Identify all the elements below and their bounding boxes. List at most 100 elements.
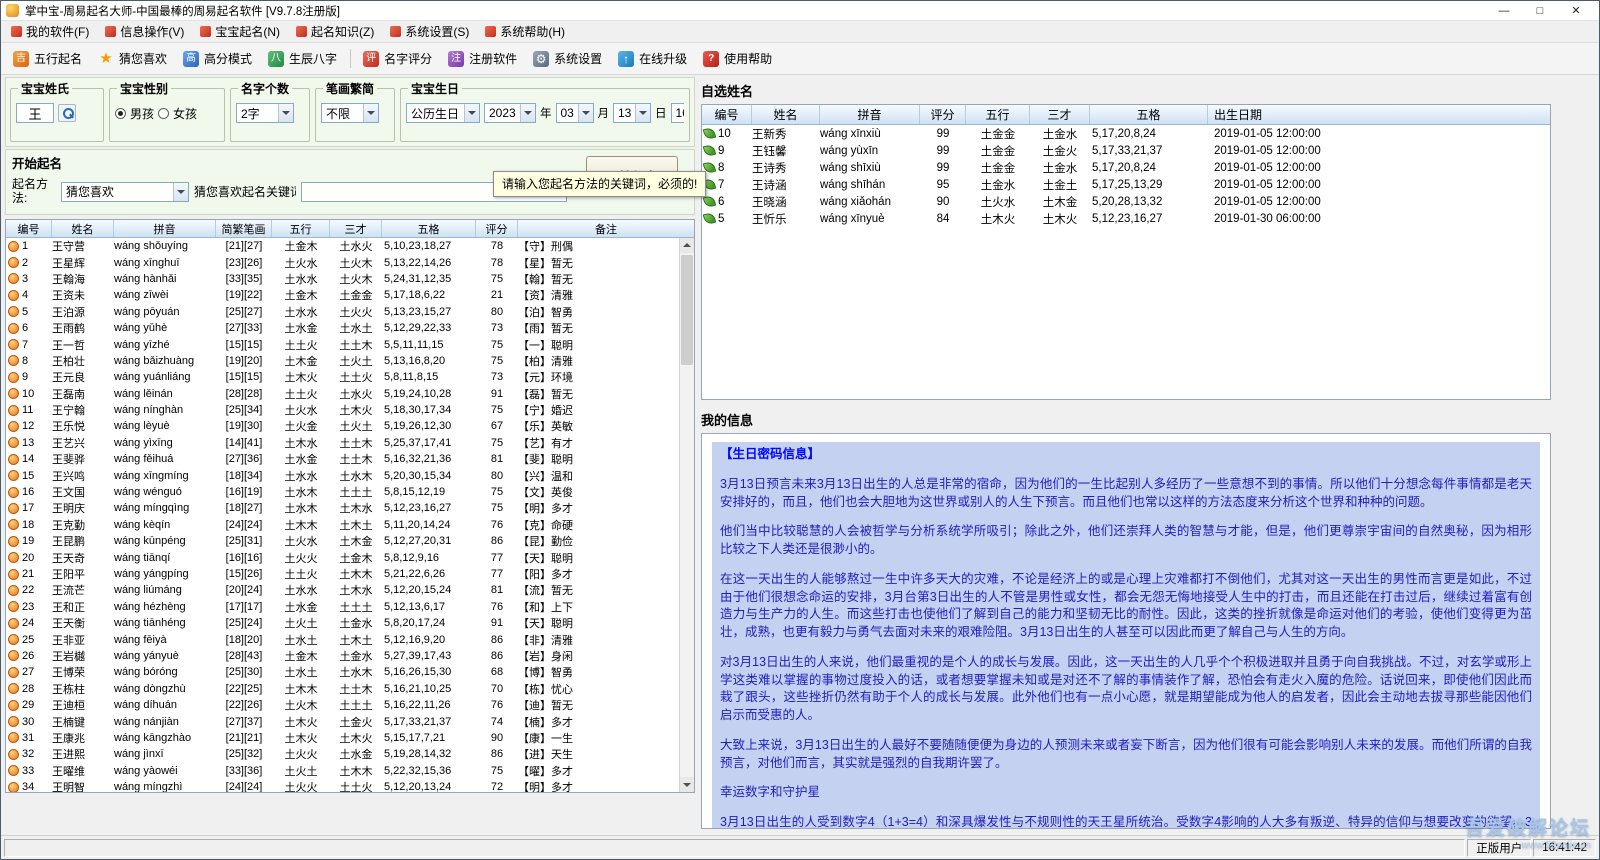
column-header[interactable]: 五行 [966,105,1030,124]
table-row[interactable]: 28 王栋柱 wáng dòngzhù [22][25] 土木木 土土木 5,1… [6,681,694,697]
scroll-down-icon[interactable] [680,777,694,792]
column-header[interactable]: 拼音 [820,105,920,124]
table-row[interactable]: 9 王钰馨 wáng yùxīn 99 土金金 土金火 5,17,33,21,3… [702,142,1550,159]
table-row[interactable]: 9 王元良 wáng yuánliáng [15][15] 土木火 土土火 5,… [6,369,694,385]
cell-wuxing: 土水水 [272,304,330,320]
table-row[interactable]: 30 王楠键 wáng nánjiàn [27][37] 土木火 土金火 5,1… [6,713,694,729]
column-header[interactable]: 三才 [330,220,382,237]
stroke-style-select[interactable]: 不限 [321,103,379,123]
column-header[interactable]: 姓名 [52,220,114,237]
column-header[interactable]: 评分 [476,220,518,237]
table-row[interactable]: 8 王柏壮 wáng bǎizhuàng [19][20] 土木金 土火土 5,… [6,353,694,369]
month-select[interactable]: 03 [556,103,594,123]
table-row[interactable]: 33 王曜维 wáng yàowéi [33][36] 土火土 土木木 5,22… [6,763,694,779]
table-row[interactable]: 6 王雨鹤 wáng yǔhè [27][33] 土水金 土水土 5,12,29… [6,320,694,336]
table-row[interactable]: 5 王忻乐 wáng xīnyuè 84 土木火 土木火 5,12,23,16,… [702,210,1550,227]
keyword-tooltip: 请输入您起名方法的关键词，必须的! [493,171,706,197]
column-header[interactable]: 五格 [382,220,476,237]
table-row[interactable]: 31 王康兆 wáng kāngzhào [21][21] 土木火 土木火 5,… [6,730,694,746]
table-row[interactable]: 32 王进熙 wáng jìnxī [25][32] 土火火 土水金 5,19,… [6,746,694,762]
cell-sancai: 土木水 [330,500,382,516]
close-button[interactable]: ✕ [1558,1,1594,20]
column-header[interactable]: 备注 [518,220,694,237]
table-row[interactable]: 10 王磊南 wáng lěinán [28][28] 土土火 土水火 5,19… [6,386,694,402]
table-row[interactable]: 6 王晓涵 wáng xiǎohán 90 土火水 土木金 5,20,28,13… [702,193,1550,210]
table-row[interactable]: 8 王诗秀 wáng shīxiù 99 土金金 土金水 5,17,20,8,2… [702,159,1550,176]
table-row[interactable]: 7 王诗涵 wáng shīhán 95 土金水 土金土 5,17,25,13,… [702,176,1550,193]
column-header[interactable]: 三才 [1030,105,1090,124]
naming-method-select[interactable]: 猜您喜欢 [61,182,189,202]
year-select[interactable]: 2023 [484,103,536,123]
table-row[interactable]: 17 王明庆 wáng míngqìng [18][27] 土水木 土木水 5,… [6,500,694,516]
vertical-scrollbar[interactable] [679,238,694,792]
toolbar-button[interactable]: 八 生辰八字 [260,45,345,72]
column-header[interactable]: 编号 [702,105,752,124]
menu-item[interactable]: 系统设置(S) [382,21,477,42]
table-row[interactable]: 14 王斐骅 wáng fěihuá [27][36] 土水金 土土木 5,16… [6,451,694,467]
column-header[interactable]: 五行 [272,220,330,237]
menu-item[interactable]: 信息操作(V) [97,21,192,42]
table-row[interactable]: 27 王博荣 wáng bóróng [25][30] 土水土 土水木 5,16… [6,664,694,680]
table-row[interactable]: 29 王迪桓 wáng díhuán [22][26] 土火木 土土土 5,16… [6,697,694,713]
toolbar-button[interactable]: 高 高分模式 [175,45,260,72]
table-row[interactable]: 24 王天衡 wáng tiānhéng [25][24] 土火土 土金水 5,… [6,615,694,631]
table-row[interactable]: 15 王兴鸣 wáng xīngmíng [18][34] 土水水 土水木 5,… [6,467,694,483]
toolbar-button[interactable]: ★ 猜您喜欢 [90,45,175,72]
column-header[interactable]: 简繁笔画 [216,220,272,237]
maximize-button[interactable]: □ [1522,1,1558,20]
search-icon[interactable] [58,104,76,122]
table-row[interactable]: 10 王新秀 wáng xīnxiù 99 土金金 土金水 5,17,20,8,… [702,125,1550,142]
column-header[interactable]: 评分 [920,105,966,124]
table-row[interactable]: 11 王宁翰 wáng nínghàn [25][34] 土火水 土木火 5,1… [6,402,694,418]
toolbar-button[interactable]: 吉 五行起名 [5,45,90,72]
column-header[interactable]: 出生日期 [1208,105,1550,124]
cell-score: 76 [476,601,518,613]
male-radio[interactable] [115,108,126,119]
table-row[interactable]: 26 王岩樾 wáng yányuè [28][43] 土金木 土金水 5,27… [6,648,694,664]
column-header[interactable]: 五格 [1090,105,1208,124]
table-row[interactable]: 5 王泊源 wáng pōyuán [25][27] 土水水 土火火 5,13,… [6,304,694,320]
table-row[interactable]: 7 王一哲 wáng yīzhé [15][15] 土土火 土土木 5,5,11… [6,336,694,352]
menu-item[interactable]: 系统帮助(H) [477,21,573,42]
menu-item[interactable]: 宝宝起名(N) [192,21,288,42]
toolbar-button[interactable]: 评 名字评分 [355,45,440,72]
table-row[interactable]: 1 王守营 wáng shǒuyíng [21][27] 土金木 土水火 5,1… [6,238,694,254]
toolbar-button[interactable]: ? 使用帮助 [695,45,780,72]
table-row[interactable]: 25 王非亚 wáng fēiyà [18][20] 土水土 土木土 5,12,… [6,631,694,647]
selected-table-body: 10 王新秀 wáng xīnxiù 99 土金金 土金水 5,17,20,8,… [702,125,1550,227]
day-select[interactable]: 13 [613,103,651,123]
toolbar-button[interactable]: 注 注册软件 [440,45,525,72]
toolbar-button[interactable]: ⚙ 系统设置 [525,45,610,72]
table-row[interactable]: 16 王文国 wáng wénguó [16][19] 土水木 土土土 5,8,… [6,484,694,500]
table-row[interactable]: 13 王艺兴 wáng yìxīng [14][41] 土木水 土土木 5,25… [6,435,694,451]
surname-input[interactable] [16,103,54,123]
calendar-type-select[interactable]: 公历生日 [406,103,480,123]
column-header[interactable]: 姓名 [752,105,820,124]
scroll-up-icon[interactable] [680,238,694,253]
table-row[interactable]: 22 王流芒 wáng liúmáng [20][24] 土水水 土木水 5,1… [6,582,694,598]
table-row[interactable]: 23 王和正 wáng hézhèng [17][17] 土水金 土土土 5,1… [6,599,694,615]
column-header[interactable]: 拼音 [114,220,216,237]
cell-sancai: 土金火 [330,714,382,730]
cell-pinyin: wáng dòngzhù [114,683,216,695]
female-radio[interactable] [158,108,169,119]
table-row[interactable]: 2 王星辉 wáng xīnghuī [23][26] 土火水 土火木 5,13… [6,254,694,270]
menu-item[interactable]: 起名知识(Z) [288,21,382,42]
table-row[interactable]: 3 王翰海 wáng hànhǎi [33][35] 土水水 土火木 5,24,… [6,271,694,287]
table-row[interactable]: 12 王乐悦 wáng lèyuè [19][30] 土火金 土火土 5,19,… [6,418,694,434]
menu-item[interactable]: 我的软件(F) [3,21,97,42]
hour-select[interactable]: 16 [671,103,685,123]
column-header[interactable]: 编号 [6,220,52,237]
name-count-select[interactable]: 2字 [236,103,294,123]
table-row[interactable]: 18 王克勤 wáng kèqín [24][24] 土木木 土木土 5,11,… [6,517,694,533]
table-row[interactable]: 20 王天奇 wáng tiānqí [16][16] 土火火 土金木 5,8,… [6,549,694,565]
table-row[interactable]: 34 王明智 wáng míngzhì [24][24] 土火火 土土火 5,1… [6,779,694,792]
scrollbar-thumb[interactable] [681,255,693,365]
toolbar-button[interactable]: ↑ 在线升级 [610,45,695,72]
minimize-button[interactable]: — [1486,1,1522,20]
birthday-info-text: 【生日密码信息】3月13日预言未来3月13日出生的人总是非常的宿命，因为他们的一… [712,442,1540,829]
cell-wuge: 5,19,24,10,28 [382,388,476,400]
table-row[interactable]: 21 王阳平 wáng yángpíng [15][26] 土土火 土木木 5,… [6,566,694,582]
table-row[interactable]: 4 王资未 wáng zīwèi [19][22] 土金木 土金金 5,17,1… [6,287,694,303]
table-row[interactable]: 19 王昆鹏 wáng kūnpéng [25][31] 土火水 土木金 5,1… [6,533,694,549]
